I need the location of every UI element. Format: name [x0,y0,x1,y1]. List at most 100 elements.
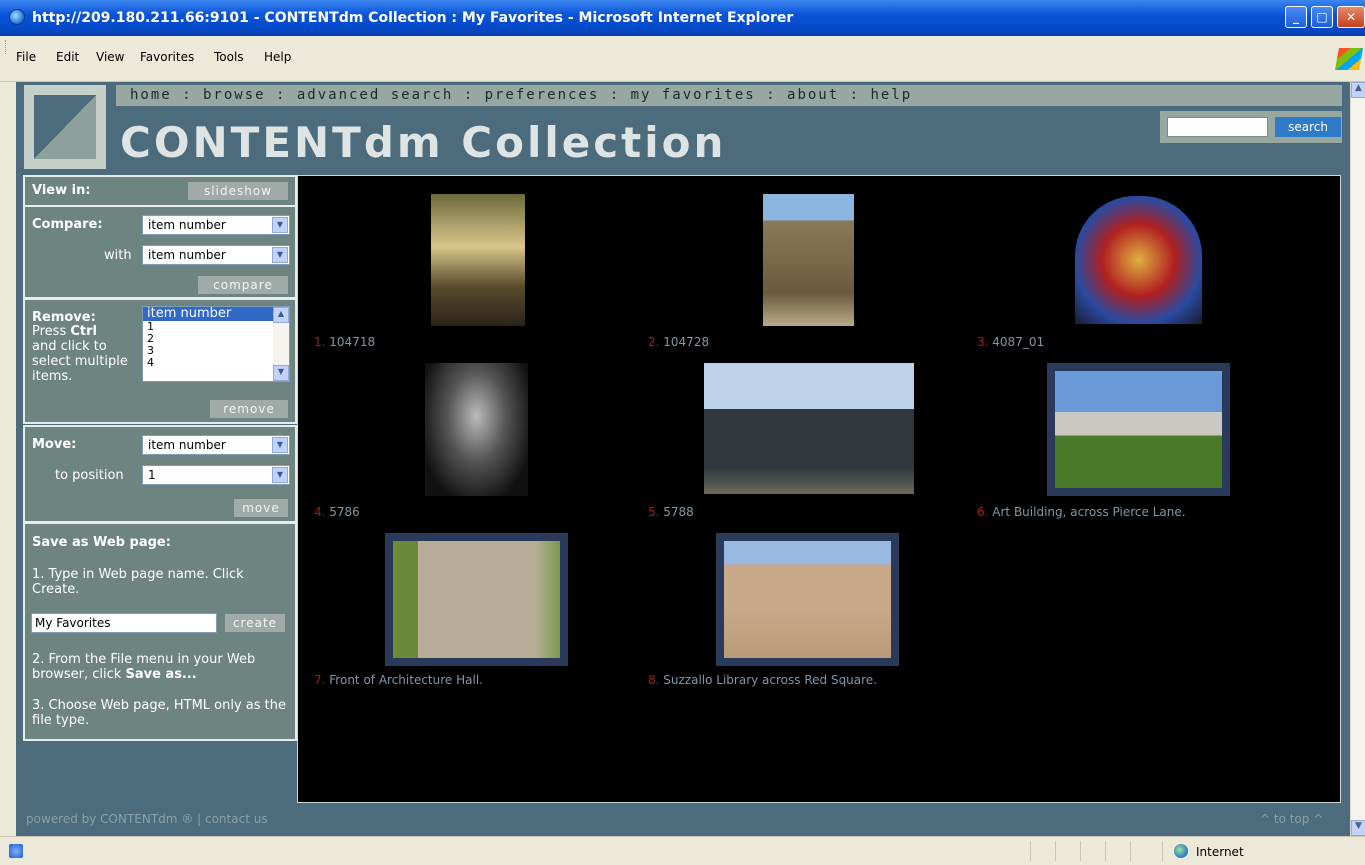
globe-icon [1174,844,1188,858]
menu-view[interactable]: View [96,50,124,64]
page-icon [9,844,23,858]
item-caption[interactable]: 8. Suzzallo Library across Red Square. [648,673,877,687]
item-title[interactable]: 5788 [663,505,694,519]
position-select-value: 1 [148,468,156,482]
footer-links[interactable]: powered by CONTENTdm ® | contact us [26,812,268,826]
page-scrollbar[interactable]: ▲ ▼ [1350,82,1365,836]
chevron-down-icon[interactable]: ▼ [272,437,288,453]
windows-logo-icon [1335,48,1363,70]
status-divider [1055,841,1056,861]
move-select-value: item number [148,438,226,452]
web-page-name-input[interactable] [31,613,217,633]
list-item[interactable]: item number [143,307,289,321]
item-number: 5. [648,505,660,519]
chevron-down-icon[interactable]: ▼ [272,467,288,483]
to-position-label: to position [55,468,124,483]
thumbnail-image[interactable] [1075,196,1202,324]
item-title[interactable]: Art Building, across Pierce Lane. [992,505,1185,519]
thumbnail-image[interactable] [1047,363,1230,496]
menu-help[interactable]: Help [264,50,291,64]
thumbnail-image[interactable] [763,194,854,326]
item-title[interactable]: 104728 [663,335,709,349]
thumbnail-image[interactable] [385,533,568,666]
scroll-down-icon[interactable]: ▼ [1351,820,1365,836]
chevron-down-icon[interactable]: ▼ [272,247,288,263]
list-item[interactable]: 4 [143,357,289,369]
menu-bar: File Edit View Favorites Tools Help [0,36,1365,82]
item-title[interactable]: 4087_01 [992,335,1044,349]
minimize-button[interactable]: _ [1285,6,1307,28]
move-button[interactable]: move [234,499,288,517]
item-number: 2. [648,335,660,349]
remove-button[interactable]: remove [210,400,288,418]
menu-edit[interactable]: Edit [56,50,79,64]
item-title[interactable]: 104718 [329,335,375,349]
to-top-link[interactable]: ^ to top ^ [1260,812,1323,826]
save-panel: Save as Web page: 1. Type in Web page na… [23,522,297,741]
remove-help-text: Press [32,324,71,339]
save-step1: 1. Type in Web page name. Click Create. [32,567,244,597]
item-caption[interactable]: 5. 5788 [648,505,694,519]
compare-label: Compare: [32,217,103,232]
remove-panel: Remove: Press Ctrl and click to select mu… [23,298,297,424]
compare-with-select[interactable]: item number ▼ [142,245,290,265]
move-select[interactable]: item number ▼ [142,435,290,455]
scroll-down-icon[interactable]: ▼ [273,365,289,381]
ie-icon [9,9,25,25]
menu-file[interactable]: File [16,50,36,64]
item-number: 8. [648,673,660,687]
view-in-label: View in: [32,183,91,198]
create-button[interactable]: create [225,614,285,632]
compare-select[interactable]: item number ▼ [142,215,290,235]
search-box: search [1160,111,1342,143]
search-button[interactable]: search [1275,117,1341,137]
item-caption[interactable]: 1. 104718 [314,335,375,349]
close-button[interactable]: ✕ [1337,6,1365,28]
remove-listbox[interactable]: item number 1 2 3 4 ▲ ▼ [142,306,290,382]
thumbnail-image[interactable] [704,363,914,494]
save-step3: 3. Choose Web page, HTML only as the fil… [32,698,287,728]
list-item[interactable]: 2 [143,333,289,345]
thumbnail-image[interactable] [716,533,899,666]
list-item[interactable]: 1 [143,321,289,333]
list-item[interactable]: 3 [143,345,289,357]
thumbnail-image[interactable] [425,363,528,496]
item-number: 1. [314,335,326,349]
remove-label: Remove: [32,310,96,325]
maximize-button[interactable]: □ [1311,6,1333,28]
item-number: 6. [977,505,989,519]
site-nav[interactable]: home : browse : advanced search : prefer… [116,85,1342,106]
item-caption[interactable]: 2. 104728 [648,335,709,349]
menu-favorites[interactable]: Favorites [140,50,194,64]
item-caption[interactable]: 7. Front of Architecture Hall. [314,673,483,687]
item-title[interactable]: Front of Architecture Hall. [329,673,483,687]
thumbnail-image[interactable] [431,194,525,326]
item-number: 3. [977,335,989,349]
compare-button[interactable]: compare [198,276,288,294]
item-title[interactable]: 5786 [329,505,360,519]
search-input[interactable] [1167,117,1268,137]
with-label: with [104,248,132,263]
status-divider [1030,841,1031,861]
compare-select-value: item number [148,218,226,232]
chevron-down-icon[interactable]: ▼ [272,217,288,233]
item-caption[interactable]: 6. Art Building, across Pierce Lane. [977,505,1186,519]
site-logo [24,85,106,169]
status-divider [1162,841,1163,861]
move-panel: Move: item number ▼ to position 1 ▼ move [23,425,297,523]
slideshow-button[interactable]: slideshow [188,182,288,200]
listbox-scrollbar[interactable]: ▲ ▼ [273,307,289,381]
save-label: Save as Web page: [32,535,171,550]
security-zone: Internet [1196,845,1244,859]
position-select[interactable]: 1 ▼ [142,465,290,485]
item-caption[interactable]: 4. 5786 [314,505,360,519]
menu-tools[interactable]: Tools [214,50,244,64]
status-divider [1130,841,1131,861]
item-title[interactable]: Suzzallo Library across Red Square. [663,673,877,687]
compare-with-select-value: item number [148,248,226,262]
title-bar: http://209.180.211.66:9101 - CONTENTdm C… [0,0,1365,36]
scroll-up-icon[interactable]: ▲ [273,307,289,323]
toolbar-grip [5,40,8,54]
scroll-up-icon[interactable]: ▲ [1351,82,1365,98]
item-caption[interactable]: 3. 4087_01 [977,335,1044,349]
